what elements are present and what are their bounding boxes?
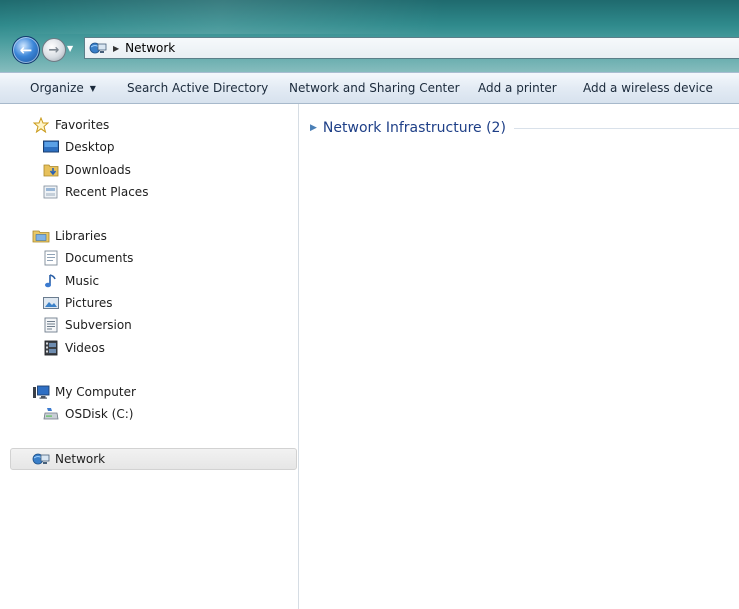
music-icon — [42, 273, 60, 289]
nav-libraries-label: Libraries — [55, 229, 107, 243]
recent-pages-dropdown[interactable]: ▼ — [67, 44, 77, 54]
nav-item-osdisk-label: OSDisk (C:) — [65, 407, 134, 421]
pictures-icon — [42, 295, 60, 311]
nav-item-videos[interactable]: Videos — [42, 337, 105, 359]
nav-item-downloads-label: Downloads — [65, 163, 131, 177]
add-wireless-device-button[interactable]: Add a wireless device — [583, 73, 713, 103]
nav-item-documents[interactable]: Documents — [42, 247, 133, 269]
nav-item-music[interactable]: Music — [42, 270, 99, 292]
network-sharing-center-button[interactable]: Network and Sharing Center — [289, 73, 460, 103]
chevron-down-icon: ▼ — [67, 44, 74, 53]
nav-item-pictures[interactable]: Pictures — [42, 292, 113, 314]
network-icon — [32, 451, 50, 467]
title-bar: ← → ▼ ▶ Network — [0, 0, 739, 72]
videos-icon — [42, 340, 60, 356]
nav-item-desktop[interactable]: Desktop — [42, 136, 115, 158]
desktop-icon — [42, 139, 60, 155]
nav-item-documents-label: Documents — [65, 251, 134, 265]
nav-item-subversion-label: Subversion — [65, 318, 132, 332]
breadcrumb-network[interactable]: Network — [125, 41, 175, 55]
network-icon — [89, 41, 107, 55]
nav-item-pictures-label: Pictures — [65, 296, 113, 310]
recent-places-icon — [42, 184, 60, 200]
group-header-network-infrastructure[interactable]: ▶ Network Infrastructure (2) — [310, 118, 739, 138]
documents-icon — [42, 250, 60, 266]
forward-arrow-icon: → — [48, 42, 60, 58]
chevron-down-icon: ▼ — [89, 83, 96, 93]
content-pane: ▶ Network Infrastructure (2) — [300, 104, 739, 609]
libraries-icon — [32, 228, 50, 244]
title-bar-shine — [0, 0, 739, 34]
network-sharing-center-label: Network and Sharing Center — [289, 81, 460, 95]
expand-arrow-icon[interactable]: ▶ — [310, 123, 317, 133]
nav-item-desktop-label: Desktop — [65, 140, 115, 154]
downloads-icon — [42, 162, 60, 178]
nav-favorites[interactable]: Favorites — [32, 114, 109, 136]
group-divider — [513, 127, 739, 129]
nav-item-osdisk[interactable]: OSDisk (C:) — [42, 403, 133, 425]
nav-item-videos-label: Videos — [65, 341, 105, 355]
navigation-pane: Favorites Desktop Downloads Recent Place… — [0, 104, 299, 609]
command-bar: Organize ▼ Search Active Directory Netwo… — [0, 72, 739, 104]
subversion-icon — [42, 317, 60, 333]
nav-libraries[interactable]: Libraries — [32, 225, 107, 247]
back-button[interactable]: ← — [12, 36, 40, 64]
add-wireless-device-label: Add a wireless device — [583, 81, 713, 95]
back-arrow-icon: ← — [19, 41, 33, 59]
organize-button[interactable]: Organize ▼ — [30, 73, 96, 103]
nav-network[interactable]: Network — [32, 448, 105, 470]
search-active-directory-button[interactable]: Search Active Directory — [127, 73, 268, 103]
nav-my-computer[interactable]: My Computer — [32, 381, 136, 403]
address-bar[interactable]: ▶ Network — [84, 37, 739, 59]
add-printer-label: Add a printer — [478, 81, 557, 95]
nav-my-computer-label: My Computer — [55, 385, 136, 399]
explorer-window: ← → ▼ ▶ Network Organize ▼ Search Active… — [0, 0, 739, 609]
computer-icon — [32, 384, 50, 400]
nav-item-recent-places[interactable]: Recent Places — [42, 181, 148, 203]
nav-item-subversion[interactable]: Subversion — [42, 314, 132, 336]
nav-item-downloads[interactable]: Downloads — [42, 159, 131, 181]
group-title: Network Infrastructure (2) — [322, 120, 506, 136]
nav-favorites-label: Favorites — [55, 118, 110, 132]
star-icon — [32, 117, 50, 133]
search-active-directory-label: Search Active Directory — [127, 81, 269, 95]
disk-icon — [42, 406, 60, 422]
nav-network-label: Network — [55, 452, 106, 466]
nav-item-recent-places-label: Recent Places — [65, 185, 149, 199]
add-printer-button[interactable]: Add a printer — [478, 73, 557, 103]
nav-item-music-label: Music — [65, 274, 100, 288]
breadcrumb-separator-icon[interactable]: ▶ — [113, 44, 119, 53]
forward-button[interactable]: → — [42, 38, 66, 62]
organize-label: Organize — [30, 81, 84, 95]
